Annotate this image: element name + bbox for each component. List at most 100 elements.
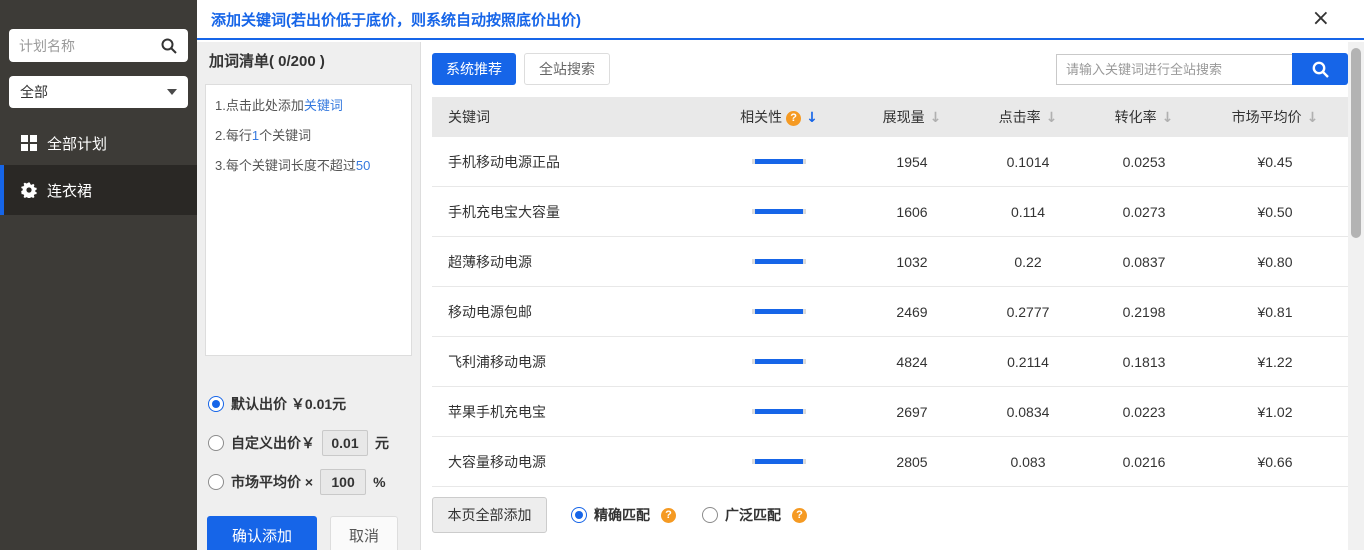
table-row[interactable]: 手机充电宝大容量16060.1140.0273¥0.50 <box>432 187 1348 237</box>
cell-keyword: 苹果手机充电宝 <box>432 402 704 422</box>
help-icon[interactable]: ? <box>792 508 807 523</box>
modal-title: 添加关键词(若出价低于底价，则系统自动按照底价出价) <box>211 9 581 30</box>
radio-match-broad[interactable] <box>702 507 718 523</box>
bid-options: 默认出价 ￥0.01元自定义出价￥元市场平均价 ×% <box>197 390 420 496</box>
keyword-search-button[interactable] <box>1292 53 1348 85</box>
bid-option-market-avg-bid[interactable]: 市场平均价 ×% <box>208 468 409 496</box>
help-icon[interactable]: ? <box>661 508 676 523</box>
cell-cvr: 0.2198 <box>1086 304 1202 320</box>
cell-impressions: 1032 <box>854 254 970 270</box>
cell-cvr: 0.1813 <box>1086 354 1202 370</box>
cell-keyword: 移动电源包邮 <box>432 302 704 322</box>
cell-impressions: 2469 <box>854 304 970 320</box>
relevance-bar-fill <box>755 159 804 164</box>
instruction-text: 1.点击此处添加 <box>215 98 304 113</box>
sidebar-item-lianyiqun[interactable]: 连衣裙 <box>0 165 197 215</box>
cell-impressions: 1606 <box>854 204 970 220</box>
column-label: 相关性 <box>740 109 782 125</box>
cell-relevance <box>704 309 854 314</box>
cancel-button[interactable]: 取消 <box>330 516 398 550</box>
scrollbar-thumb[interactable] <box>1351 48 1361 238</box>
vertical-scrollbar[interactable] <box>1348 42 1364 550</box>
match-option-label: 广泛匹配 <box>725 505 781 525</box>
instruction-line: 1.点击此处添加关键词 <box>215 97 402 116</box>
bid-value-input[interactable] <box>322 430 368 456</box>
cell-cvr: 0.0837 <box>1086 254 1202 270</box>
column-header-2[interactable]: 展现量↓ <box>854 107 970 127</box>
bid-option-custom-bid[interactable]: 自定义出价￥元 <box>208 429 409 457</box>
tab-site-search[interactable]: 全站搜索 <box>524 53 610 85</box>
plan-search-box[interactable] <box>9 29 188 62</box>
search-icon <box>1311 60 1330 79</box>
relevance-bar-fill <box>755 209 804 214</box>
cell-impressions: 1954 <box>854 154 970 170</box>
cell-keyword: 手机移动电源正品 <box>432 152 704 172</box>
radio-match-exact[interactable] <box>571 507 587 523</box>
toolbar: 系统推荐全站搜索 <box>432 53 1348 85</box>
cell-impressions: 2697 <box>854 404 970 420</box>
bid-option-label: 自定义出价￥ <box>231 433 315 453</box>
search-icon[interactable] <box>160 37 178 55</box>
plan-filter-value: 全部 <box>20 82 48 102</box>
keyword-search-input[interactable] <box>1056 54 1292 85</box>
plan-search-input[interactable] <box>19 38 160 54</box>
sort-down-icon[interactable]: ↓ <box>1307 110 1319 126</box>
table-row[interactable]: 移动电源包邮24690.27770.2198¥0.81 <box>432 287 1348 337</box>
bid-option-label: 市场平均价 × <box>231 472 313 492</box>
cell-market-price: ¥0.45 <box>1202 154 1348 170</box>
plan-filter-dropdown[interactable]: 全部 <box>9 76 188 108</box>
table-row[interactable]: 苹果手机充电宝26970.08340.0223¥1.02 <box>432 387 1348 437</box>
table-row[interactable]: 超薄移动电源10320.220.0837¥0.80 <box>432 237 1348 287</box>
relevance-bar-track <box>752 309 806 314</box>
grid-icon <box>21 135 37 151</box>
relevance-bar-fill <box>755 409 804 414</box>
cell-ctr: 0.0834 <box>970 404 1086 420</box>
sidebar-item-all-plans[interactable]: 全部计划 <box>0 121 197 165</box>
sort-down-icon[interactable]: ↓ <box>1162 110 1174 126</box>
cell-impressions: 2805 <box>854 454 970 470</box>
column-label: 关键词 <box>448 109 490 125</box>
table-row[interactable]: 大容量移动电源28050.0830.0216¥0.66 <box>432 437 1348 487</box>
relevance-bar-track <box>752 459 806 464</box>
cell-ctr: 0.083 <box>970 454 1086 470</box>
cell-market-price: ¥0.66 <box>1202 454 1348 470</box>
confirm-add-button[interactable]: 确认添加 <box>207 516 317 550</box>
column-header-4[interactable]: 转化率 ↓ <box>1086 107 1202 127</box>
add-words-panel: 加词清单( 0/200 ) 1.点击此处添加关键词2.每行1个关键词3.每个关键… <box>197 42 421 550</box>
close-icon[interactable]: × <box>1312 8 1330 30</box>
bid-option-default-bid[interactable]: 默认出价 ￥0.01元 <box>208 390 409 418</box>
relevance-bar-track <box>752 359 806 364</box>
sidebar: 全部 全部计划连衣裙 <box>0 0 197 550</box>
bid-value-input[interactable] <box>320 469 366 495</box>
column-header-3[interactable]: 点击率 ↓ <box>970 107 1086 127</box>
match-option-exact[interactable]: 精确匹配? <box>571 505 676 525</box>
match-option-broad[interactable]: 广泛匹配? <box>702 505 807 525</box>
sort-down-icon[interactable]: ↓ <box>806 110 818 126</box>
radio-default-bid[interactable] <box>208 396 224 412</box>
cell-cvr: 0.0273 <box>1086 204 1202 220</box>
keywords-textarea[interactable]: 1.点击此处添加关键词2.每行1个关键词3.每个关键词长度不超过50 <box>205 84 412 356</box>
cell-keyword: 超薄移动电源 <box>432 252 704 272</box>
add-all-on-page-button[interactable]: 本页全部添加 <box>432 497 547 533</box>
relevance-bar-track <box>752 409 806 414</box>
table-row[interactable]: 手机移动电源正品19540.10140.0253¥0.45 <box>432 137 1348 187</box>
column-header-5[interactable]: 市场平均价 ↓ <box>1202 107 1348 127</box>
sort-down-icon[interactable]: ↓ <box>930 110 942 126</box>
sort-down-icon[interactable]: ↓ <box>1046 110 1058 126</box>
instruction-text: 个关键词 <box>259 128 311 143</box>
table-row[interactable]: 飞利浦移动电源48240.21140.1813¥1.22 <box>432 337 1348 387</box>
instruction-highlight: 关键词 <box>304 98 343 113</box>
tabs: 系统推荐全站搜索 <box>432 53 618 85</box>
column-header-1[interactable]: 相关性? ↓ <box>704 107 854 127</box>
help-icon[interactable]: ? <box>786 111 801 126</box>
radio-custom-bid[interactable] <box>208 435 224 451</box>
tab-system-recommend[interactable]: 系统推荐 <box>432 53 516 85</box>
cell-relevance <box>704 259 854 264</box>
cell-cvr: 0.0216 <box>1086 454 1202 470</box>
radio-market-avg-bid[interactable] <box>208 474 224 490</box>
column-label: 转化率 <box>1115 109 1157 125</box>
column-label: 点击率 <box>999 109 1041 125</box>
sidebar-menu: 全部计划连衣裙 <box>0 121 197 215</box>
column-label: 市场平均价 <box>1232 109 1302 125</box>
sidebar-item-label: 连衣裙 <box>47 180 92 201</box>
